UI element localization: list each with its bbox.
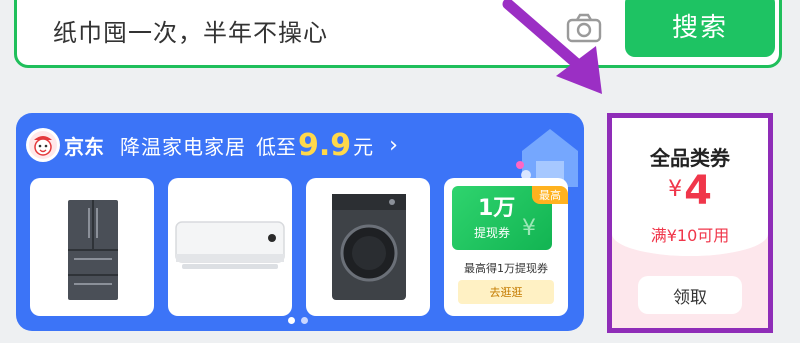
promo-price-prefix: 低至	[256, 134, 296, 159]
search-button[interactable]: 搜索	[625, 0, 775, 57]
cash-description: 最高得1万提现券	[464, 262, 548, 275]
promo-header[interactable]: 京东 降温家电家居 低至 9.9 元 ›	[26, 125, 398, 165]
product-tile-air-conditioner[interactable]	[168, 178, 292, 316]
browse-button[interactable]: 去逛逛	[458, 280, 554, 304]
promo-price-unit: 元	[353, 134, 374, 159]
cash-amount: 1万	[478, 196, 516, 221]
coupon-condition: 满¥10可用	[650, 226, 730, 245]
jd-logo-icon	[26, 128, 60, 162]
search-input[interactable]: 纸巾囤一次，半年不操心	[53, 13, 328, 48]
jd-promo-card[interactable]: 京东 降温家电家居 低至 9.9 元 › 1万 提现券 ¥ 最高 最高得1万提现…	[16, 113, 584, 331]
cash-coupon-card: 1万 提现券 ¥ 最高	[452, 186, 568, 250]
product-tile-washing-machine[interactable]	[306, 178, 430, 316]
camera-icon[interactable]	[565, 13, 603, 43]
coupon-currency: ¥	[668, 177, 683, 202]
washing-machine-image	[332, 194, 406, 300]
coupon-card[interactable]: 全品类券 ¥4 满¥10可用 领取	[607, 113, 773, 333]
coupon-amount: ¥4	[612, 168, 768, 214]
pagination-dot-active	[288, 317, 295, 324]
max-badge: 最高	[532, 186, 568, 204]
product-tile-refrigerator[interactable]	[30, 178, 154, 316]
promo-title: 降温家电家居	[120, 134, 246, 159]
pagination-dot	[301, 317, 308, 324]
claim-button[interactable]: 领取	[638, 276, 742, 314]
yen-icon: ¥	[522, 216, 536, 241]
jd-brand-label: 京东	[64, 134, 104, 159]
cash-coupon-tile[interactable]: 1万 提现券 ¥ 最高 最高得1万提现券 去逛逛	[444, 178, 568, 316]
air-conditioner-image	[175, 221, 285, 269]
promo-price: 9.9	[298, 127, 352, 163]
cash-label: 提现券	[474, 226, 511, 240]
coupon-amount-value: 4	[684, 168, 712, 214]
search-bar[interactable]: 纸巾囤一次，半年不操心 搜索	[14, 0, 782, 68]
chevron-right-icon[interactable]: ›	[389, 133, 398, 158]
refrigerator-image	[68, 200, 118, 300]
carousel-pagination	[288, 317, 308, 324]
coupon-title: 全品类券	[650, 146, 730, 170]
